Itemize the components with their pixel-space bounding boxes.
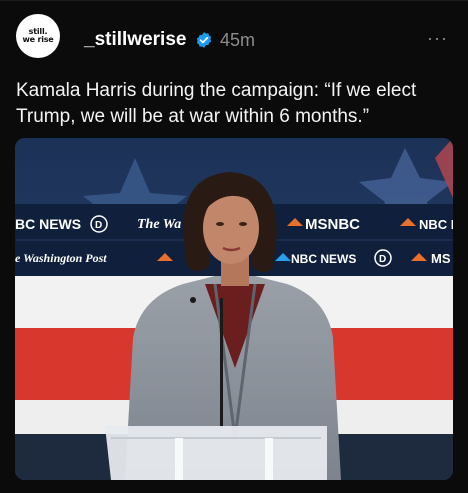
banner-ms: MS [431,251,451,266]
banner-nbc-n: NBC N [419,217,453,232]
avatar[interactable]: still. we rise [16,14,60,58]
banner-nbc-news: NBC NEWS [291,252,356,266]
svg-text:D: D [95,220,102,231]
banner-washington-post: e Washington Post [15,251,107,265]
more-options-icon[interactable]: ··· [427,28,448,49]
banner-msnbc: MSNBC [305,216,360,233]
podium [105,426,327,480]
post-header: still. we rise _stillwerise 45m ··· [16,14,452,62]
banner-the-wa: The Wa [137,217,181,232]
svg-text:D: D [379,254,386,265]
debate-stage-image: BC NEWS D The Wa MSNBC NBC N e Washingto… [15,138,453,480]
post-image[interactable]: BC NEWS D The Wa MSNBC NBC N e Washingto… [15,138,453,480]
verified-badge-icon [196,32,212,48]
top-divider [0,0,468,1]
post-caption: Kamala Harris during the campaign: “If w… [16,80,417,127]
username[interactable]: _stillwerise [84,29,186,51]
post-timestamp: 45m [220,30,256,50]
banner-bc-news: BC NEWS [15,216,81,232]
avatar-text-line2: we rise [22,35,54,44]
